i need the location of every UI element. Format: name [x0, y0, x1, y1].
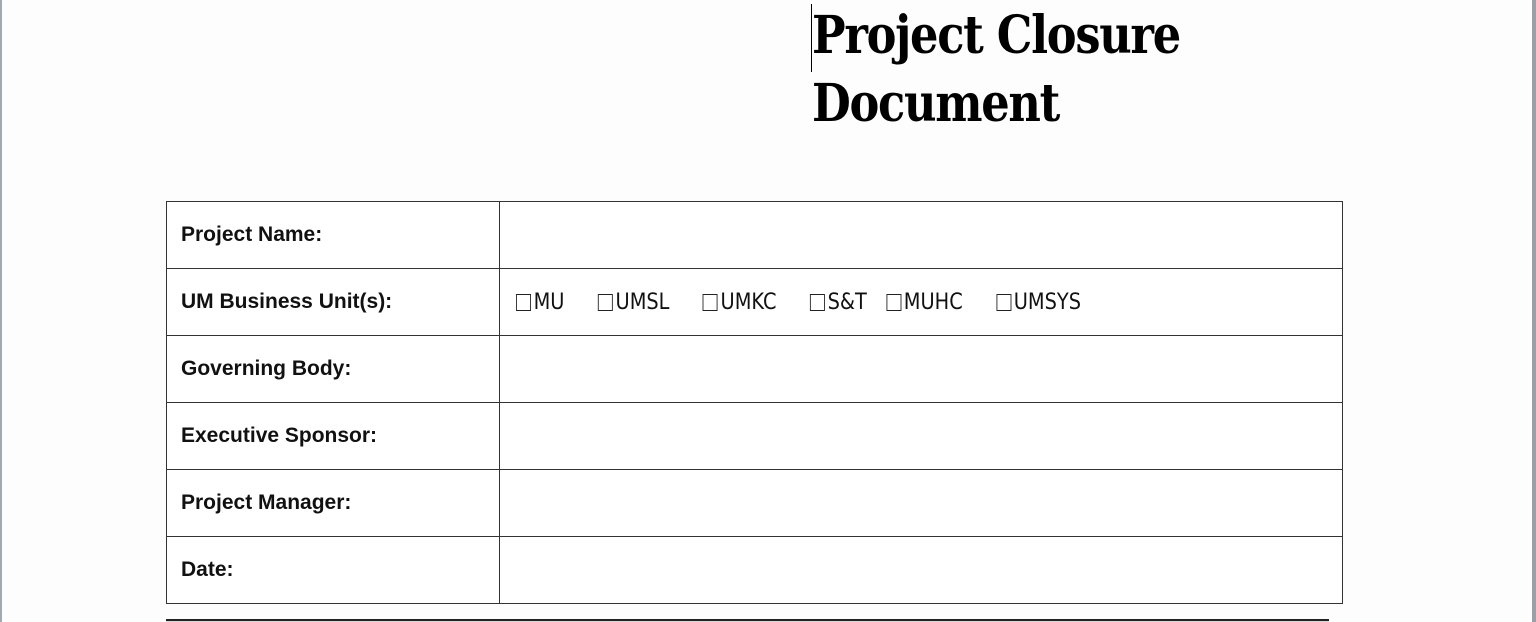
field-project-name[interactable] [499, 201, 1343, 269]
field-governing-body[interactable] [499, 335, 1343, 403]
checkbox-item-umsl[interactable]: UMSL [597, 289, 670, 315]
page-edge-left [0, 0, 2, 622]
checkbox-item-umsys[interactable]: UMSYS [996, 290, 1081, 315]
table-row-executive-sponsor: Executive Sponsor: [166, 402, 1343, 470]
checkbox-label: UMSL [615, 289, 670, 315]
checkbox-icon[interactable] [886, 293, 902, 311]
title-line-2: Document [812, 73, 1060, 134]
checkbox-item-umkc[interactable]: UMKC [702, 289, 777, 315]
label-governing-body: Governing Body: [166, 335, 500, 403]
label-business-units: UM Business Unit(s): [166, 268, 500, 336]
checkbox-item-mu[interactable]: MU [516, 290, 564, 315]
label-project-name: Project Name: [166, 201, 500, 269]
field-business-units: MU UMSL UMKC S&T MUHC UMSYS [499, 268, 1343, 336]
checkbox-label: S&T [827, 289, 867, 315]
label-project-manager: Project Manager: [166, 469, 500, 537]
field-executive-sponsor[interactable] [499, 402, 1343, 470]
checkbox-label: MU [533, 289, 565, 315]
field-project-manager[interactable] [499, 469, 1343, 537]
table-row-date: Date: [166, 536, 1343, 604]
checkbox-item-st[interactable]: S&T [809, 289, 867, 315]
checkbox-icon[interactable] [809, 293, 825, 311]
table-row-project-manager: Project Manager: [166, 469, 1343, 537]
checkbox-icon[interactable] [996, 293, 1012, 311]
label-date: Date: [166, 536, 500, 604]
label-executive-sponsor: Executive Sponsor: [166, 402, 500, 470]
business-unit-checkbox-list: MU UMSL UMKC S&T MUHC UMSYS [516, 290, 1243, 315]
document-page: Project Closure Document Project Name: U… [0, 0, 1536, 622]
checkbox-label: MUHC [903, 289, 963, 315]
checkbox-icon[interactable] [702, 293, 718, 311]
checkbox-label: UMSYS [1013, 289, 1082, 315]
table-row-business-units: UM Business Unit(s): MU UMSL UMKC S&T MU… [166, 268, 1343, 336]
project-info-table: Project Name: UM Business Unit(s): MU UM… [166, 201, 1343, 604]
field-date[interactable] [499, 536, 1343, 604]
checkbox-icon[interactable] [516, 293, 531, 311]
page-edge-right [1532, 0, 1536, 622]
checkbox-icon[interactable] [597, 293, 613, 311]
table-row-governing-body: Governing Body: [166, 335, 1343, 403]
table-row-project-name: Project Name: [166, 201, 1343, 269]
checkbox-item-muhc[interactable]: MUHC [886, 290, 963, 315]
checkbox-label: UMKC [720, 289, 777, 315]
document-title[interactable]: Project Closure Document [812, 2, 1181, 138]
title-line-1: Project Closure [812, 5, 1181, 66]
